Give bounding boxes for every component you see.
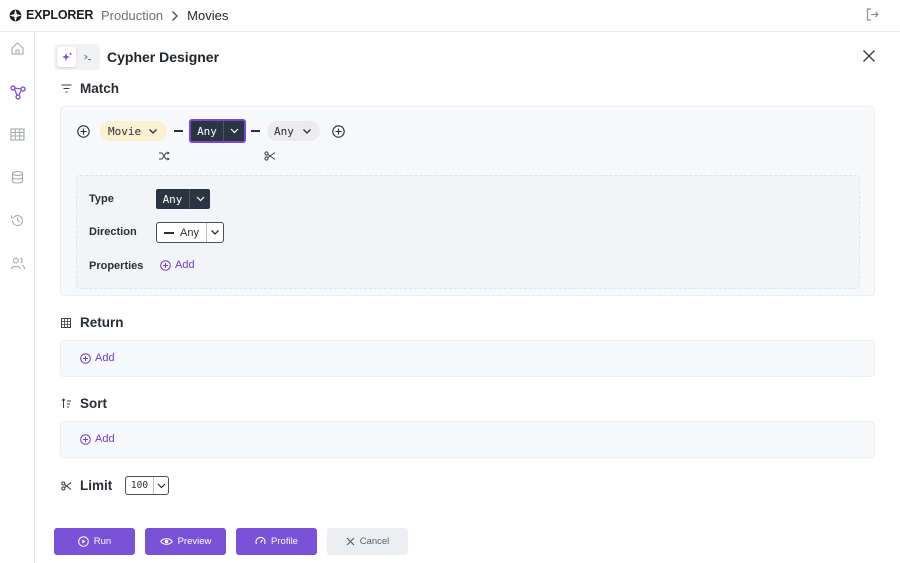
cancel-button[interactable]: Cancel <box>327 528 408 555</box>
return-section-title: Return <box>60 315 124 330</box>
relationship-label: Any <box>197 124 217 138</box>
properties-label: Properties <box>89 260 144 272</box>
sort-panel <box>60 421 875 458</box>
limit-title: Limit <box>80 478 113 493</box>
direction-label: Direction <box>89 226 137 238</box>
run-button[interactable]: Run <box>54 528 135 555</box>
designer-header: Cypher Designer <box>54 44 219 70</box>
sort-add-label: Add <box>95 433 115 445</box>
sidebar <box>0 32 35 563</box>
app-logo[interactable]: EXPLORER <box>9 8 93 22</box>
direction-line-icon <box>164 231 174 234</box>
logout-icon[interactable] <box>865 7 880 27</box>
run-label: Run <box>93 536 112 547</box>
grid-icon <box>60 317 72 328</box>
app-name: EXPLORER <box>26 8 94 22</box>
edge-line <box>174 130 183 132</box>
chevron-down-icon <box>223 121 244 141</box>
direction-dropdown[interactable]: Any <box>156 222 224 243</box>
filter-icon <box>60 84 72 93</box>
close-icon[interactable] <box>862 49 876 68</box>
users-icon[interactable] <box>9 255 26 272</box>
relationship-dropdown[interactable]: Any <box>189 119 246 143</box>
plus-circle-icon <box>80 433 91 445</box>
chevron-down-icon <box>302 128 312 135</box>
sort-add-button[interactable]: Add <box>80 433 115 445</box>
add-node-right-icon[interactable] <box>332 125 345 143</box>
limit-section-title: Limit <box>60 478 112 493</box>
shuffle-icon[interactable] <box>158 148 170 166</box>
type-label: Type <box>89 193 114 205</box>
history-icon[interactable] <box>9 212 26 229</box>
node-label: Any <box>274 124 294 138</box>
chevron-right-icon <box>171 10 179 22</box>
sort-title: Sort <box>80 396 107 411</box>
return-add-label: Add <box>95 352 115 364</box>
graph-icon[interactable] <box>9 83 26 100</box>
node-pill-any[interactable]: Any <box>267 121 320 141</box>
mode-toggle <box>54 44 100 70</box>
preview-button[interactable]: Preview <box>145 528 226 555</box>
properties-add-label: Add <box>175 259 195 271</box>
breadcrumb-current: Movies <box>187 8 229 23</box>
top-bar: EXPLORER Production Movies <box>0 0 900 32</box>
return-add-button[interactable]: Add <box>80 352 115 364</box>
sort-section-title: Sort <box>60 396 107 411</box>
type-value: Any <box>162 192 183 206</box>
logo-icon <box>9 9 22 21</box>
scissors-icon <box>60 481 72 491</box>
table-icon[interactable] <box>9 126 26 143</box>
breadcrumb-parent[interactable]: Production <box>101 8 163 23</box>
match-section-title: Match <box>60 81 119 96</box>
chevron-down-icon <box>189 189 210 209</box>
plus-circle-icon <box>160 259 171 271</box>
profile-label: Profile <box>271 536 298 547</box>
match-title: Match <box>80 81 120 96</box>
return-panel <box>60 340 875 377</box>
add-node-left-icon[interactable] <box>77 125 90 143</box>
chevron-down-icon <box>153 477 168 494</box>
scissors-icon[interactable] <box>264 148 276 166</box>
node-pill-movie[interactable]: Movie <box>100 121 167 141</box>
plus-circle-icon <box>80 352 91 364</box>
type-dropdown[interactable]: Any <box>156 189 210 209</box>
close-icon <box>346 537 355 546</box>
limit-value: 100 <box>130 480 149 491</box>
chevron-down-icon <box>206 223 222 242</box>
cancel-label: Cancel <box>359 536 390 547</box>
gauge-icon <box>255 536 266 545</box>
limit-dropdown[interactable]: 100 <box>125 476 169 495</box>
play-circle-icon <box>77 536 89 547</box>
direction-value: Any <box>180 226 199 239</box>
sparkle-icon[interactable] <box>57 47 76 67</box>
profile-button[interactable]: Profile <box>236 528 317 555</box>
return-title: Return <box>80 315 124 330</box>
preview-label: Preview <box>177 536 212 547</box>
home-icon[interactable] <box>9 40 26 57</box>
properties-add-button[interactable]: Add <box>160 259 195 271</box>
chevron-down-icon <box>148 128 158 135</box>
node-label: Movie <box>108 124 142 138</box>
edge-line <box>251 130 260 132</box>
eye-icon <box>159 538 173 545</box>
designer-title: Cypher Designer <box>107 49 220 65</box>
sort-icon <box>60 398 72 409</box>
terminal-icon[interactable] <box>78 47 97 67</box>
database-icon[interactable] <box>9 169 26 186</box>
breadcrumb: Production Movies <box>101 8 228 23</box>
